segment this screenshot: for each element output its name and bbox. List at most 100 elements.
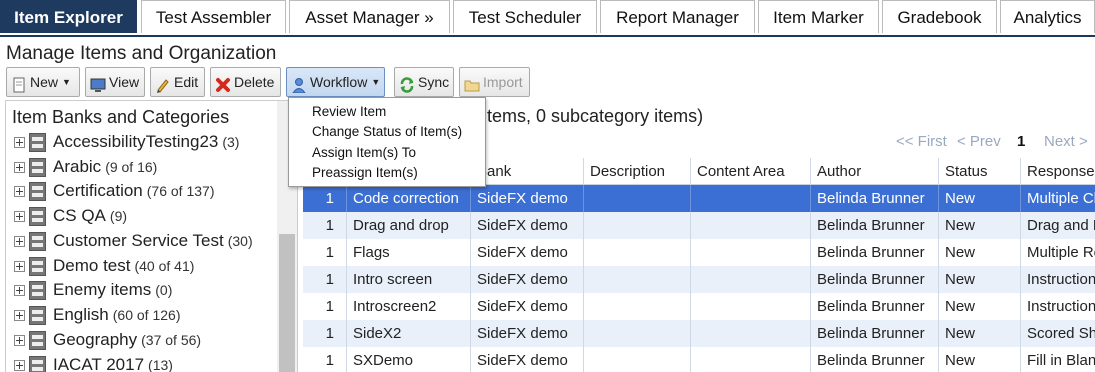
- tab-item-explorer[interactable]: Item Explorer: [0, 0, 137, 33]
- expand-icon[interactable]: [14, 210, 25, 222]
- tree-item[interactable]: Arabic (9 of 16): [14, 156, 157, 178]
- tree-item-count: (0): [155, 282, 173, 298]
- cell-content-area: [691, 293, 811, 320]
- tree-item-label: Certification: [53, 181, 143, 200]
- menu-item-change-status[interactable]: Change Status of Item(s): [312, 124, 462, 139]
- cell-count: 1: [303, 320, 347, 347]
- cell-bank: SideFX demo: [471, 239, 584, 266]
- tree-item[interactable]: CS QA (9): [14, 205, 127, 227]
- delete-button[interactable]: Delete: [210, 67, 281, 97]
- cell-author: Belinda Brunner: [811, 212, 939, 239]
- tree-item-count: (9 of 16): [105, 159, 158, 175]
- cabinet-icon: [29, 181, 46, 201]
- expand-icon[interactable]: [14, 260, 25, 272]
- tab-test-assembler[interactable]: Test Assembler: [141, 0, 286, 33]
- edit-button[interactable]: Edit: [150, 67, 205, 97]
- table-row[interactable]: 1 Flags SideFX demo Belinda Brunner New Multi…: [303, 239, 1095, 266]
- pager-first[interactable]: << First: [896, 133, 947, 150]
- expand-icon[interactable]: [14, 309, 25, 321]
- tab-gradebook[interactable]: Gradebook: [882, 0, 997, 33]
- table-row[interactable]: 1 Introscreen2 SideFX demo Belinda Brunner N…: [303, 293, 1095, 320]
- cell-bank: SideFX demo: [471, 185, 584, 212]
- pager-prev[interactable]: < Prev: [957, 133, 1001, 150]
- sync-icon: [399, 74, 415, 93]
- cabinet-icon: [29, 256, 46, 276]
- tab-test-scheduler[interactable]: Test Scheduler: [453, 0, 597, 33]
- expand-icon[interactable]: [14, 284, 25, 296]
- pager-current-page[interactable]: 1: [1017, 133, 1025, 150]
- delete-button-label: Delete: [234, 74, 275, 90]
- expand-icon[interactable]: [14, 334, 25, 346]
- cell-author: Belinda Brunner: [811, 293, 939, 320]
- cell-content-area: [691, 266, 811, 293]
- tab-item-marker[interactable]: Item Marker: [758, 0, 879, 33]
- new-button[interactable]: New ▼: [6, 67, 80, 97]
- chevron-down-icon: ▼: [371, 77, 381, 87]
- cell-response: Drag and D: [1021, 212, 1095, 239]
- table-row[interactable]: 1 SXDemo SideFX demo Belinda Brunner New Fill…: [303, 347, 1095, 372]
- cabinet-icon: [29, 206, 46, 226]
- table-row[interactable]: 1 Drag and drop SideFX demo Belinda Brunner…: [303, 212, 1095, 239]
- table-row[interactable]: 1 SideX2 SideFX demo Belinda Brunner New Scor…: [303, 320, 1095, 347]
- column-header-description[interactable]: Description: [584, 158, 691, 185]
- pager-next[interactable]: Next >: [1044, 133, 1088, 150]
- user-icon: [291, 74, 307, 94]
- tab-asset-manager[interactable]: Asset Manager »: [289, 0, 450, 33]
- menu-item-review-item[interactable]: Review Item: [312, 104, 386, 119]
- new-button-label: New: [30, 74, 59, 90]
- workflow-menu: Review Item Change Status of Item(s) Ass…: [288, 97, 486, 187]
- import-button[interactable]: Import: [459, 67, 530, 97]
- menu-item-assign-items[interactable]: Assign Item(s) To: [312, 145, 416, 160]
- cabinet-icon: [29, 330, 46, 350]
- column-header-status[interactable]: Status: [939, 158, 1021, 185]
- column-header-author[interactable]: Author: [811, 158, 939, 185]
- cabinet-icon: [29, 305, 46, 325]
- cabinet-icon: [29, 355, 46, 372]
- column-header-content-area[interactable]: Content Area: [691, 158, 811, 185]
- tab-report-manager[interactable]: Report Manager: [600, 0, 755, 33]
- pencil-icon: [155, 74, 171, 93]
- sync-button[interactable]: Sync: [394, 67, 454, 97]
- items-summary: items, 0 subcategory items): [483, 106, 704, 126]
- cell-status: New: [939, 347, 1021, 372]
- scrollbar-thumb[interactable]: [279, 234, 295, 372]
- new-document-icon: [11, 74, 27, 93]
- tree-item[interactable]: Customer Service Test (30): [14, 230, 253, 252]
- cell-name: Introscreen2: [347, 293, 471, 320]
- tree-item[interactable]: Enemy items (0): [14, 279, 172, 301]
- workflow-button-label: Workflow: [310, 74, 368, 90]
- tree-item[interactable]: IACAT 2017 (13): [14, 354, 173, 372]
- view-button-label: View: [109, 74, 140, 90]
- tree-item[interactable]: English (60 of 126): [14, 304, 180, 326]
- cell-status: New: [939, 185, 1021, 212]
- column-header-bank[interactable]: Bank: [471, 158, 584, 185]
- menu-item-preassign-items[interactable]: Preassign Item(s): [312, 165, 418, 180]
- tree-item[interactable]: Certification (76 of 137): [14, 180, 214, 202]
- expand-icon[interactable]: [14, 185, 25, 197]
- tree-item[interactable]: Geography (37 of 56): [14, 329, 201, 351]
- expand-icon[interactable]: [14, 359, 25, 371]
- expand-icon[interactable]: [14, 161, 25, 173]
- workflow-button[interactable]: Workflow ▼: [286, 67, 385, 97]
- expand-icon[interactable]: [14, 136, 25, 148]
- top-tab-bar: Item Explorer Test Assembler Asset Manag…: [0, 0, 1095, 37]
- expand-icon[interactable]: [14, 235, 25, 247]
- cell-description: [584, 266, 691, 293]
- view-button[interactable]: View: [85, 67, 145, 97]
- tree-item-label: Geography: [53, 330, 138, 349]
- cell-description: [584, 293, 691, 320]
- tree-item-label: Enemy items: [53, 280, 152, 299]
- table-row[interactable]: 1 Code correction SideFX demo Belinda Brunn…: [303, 185, 1095, 212]
- cell-count: 1: [303, 347, 347, 372]
- delete-x-icon: [215, 74, 231, 92]
- cell-content-area: [691, 239, 811, 266]
- tree-item[interactable]: Demo test (40 of 41): [14, 255, 194, 277]
- page-title: Manage Items and Organization: [6, 43, 277, 64]
- cell-author: Belinda Brunner: [811, 347, 939, 372]
- cell-response: Fill in Blan: [1021, 347, 1095, 372]
- table-row[interactable]: 1 Intro screen SideFX demo Belinda Brunner N…: [303, 266, 1095, 293]
- column-header-response[interactable]: Response: [1021, 158, 1095, 185]
- tab-analytics[interactable]: Analytics: [1000, 0, 1095, 33]
- tree-item[interactable]: AccessibilityTesting23 (3): [14, 131, 239, 153]
- cell-status: New: [939, 212, 1021, 239]
